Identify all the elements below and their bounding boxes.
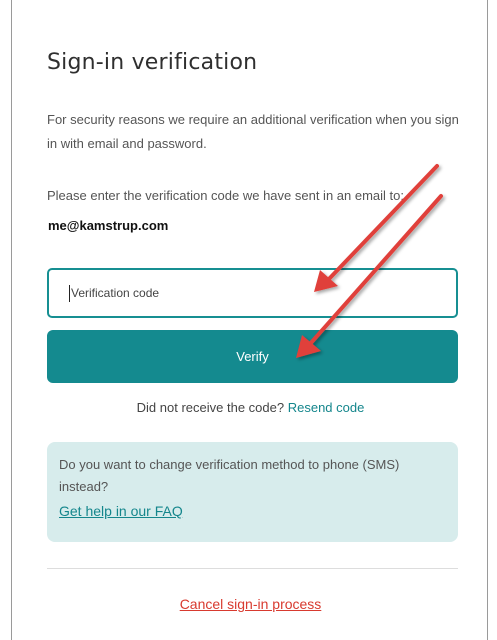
email-address: me@kamstrup.com — [48, 218, 169, 233]
instruction-text: Please enter the verification code we ha… — [47, 188, 404, 203]
verification-code-input[interactable] — [47, 268, 458, 318]
cancel-sign-in-link[interactable]: Cancel sign-in process — [12, 596, 489, 612]
verify-button[interactable]: Verify — [47, 330, 458, 383]
page-title: Sign-in verification — [47, 50, 258, 75]
resend-code-link[interactable]: Resend code — [288, 400, 365, 415]
change-method-box: Do you want to change verification metho… — [47, 442, 458, 542]
security-note: For security reasons we require an addit… — [47, 112, 459, 151]
verification-panel: Sign-in verification For security reason… — [11, 0, 488, 640]
text-caret — [69, 285, 70, 302]
faq-link[interactable]: Get help in our FAQ — [59, 503, 183, 519]
change-method-text: Do you want to change verification metho… — [59, 457, 400, 494]
divider — [47, 568, 458, 569]
resend-row: Did not receive the code? Resend code — [12, 400, 489, 415]
resend-prompt: Did not receive the code? — [136, 400, 285, 415]
